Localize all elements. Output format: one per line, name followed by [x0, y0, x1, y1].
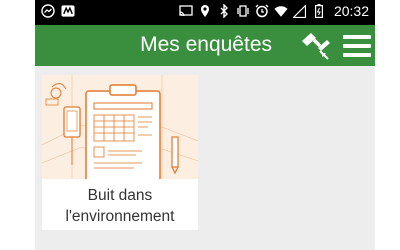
wifi-icon	[274, 4, 288, 18]
satellite-icon[interactable]	[299, 31, 331, 61]
app-bar: Mes enquêtes	[35, 25, 375, 66]
vibrate-icon	[236, 4, 250, 18]
survey-card[interactable]: Buit dans l'environnement	[42, 75, 198, 230]
page-title: Mes enquêtes	[140, 33, 272, 56]
alarm-icon	[255, 4, 269, 18]
survey-title: Buit dans l'environnement	[65, 187, 175, 225]
status-time: 20:32	[333, 3, 369, 19]
location-icon	[198, 4, 212, 18]
hamburger-menu-icon[interactable]	[343, 34, 371, 58]
notification-logo-icon	[61, 4, 75, 18]
cast-icon	[179, 4, 193, 18]
messenger-icon	[41, 4, 55, 18]
bluetooth-icon	[217, 4, 231, 18]
phone-screen: 20:32 Mes enquêtes Buit dans l'environne…	[35, 0, 375, 250]
signal-icon	[293, 4, 307, 18]
status-bar: 20:32	[35, 0, 375, 25]
battery-icon	[312, 4, 326, 18]
survey-thumbnail	[42, 75, 198, 179]
